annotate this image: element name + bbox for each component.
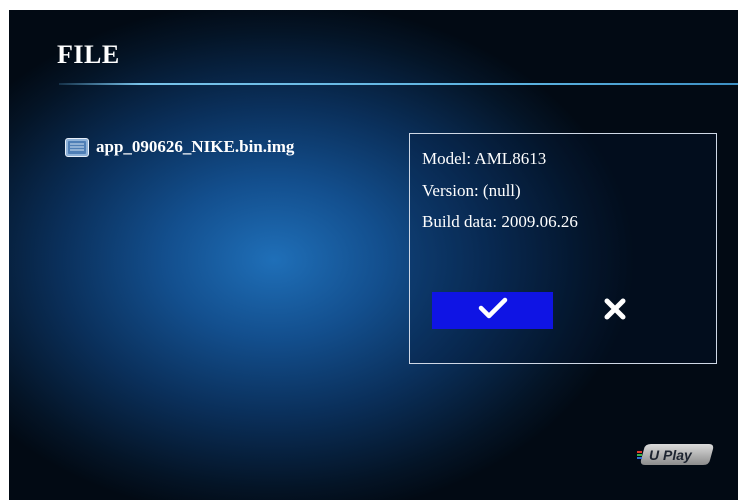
version-text: Version: (null) xyxy=(422,181,521,200)
firmware-info-dialog: Model: AML8613 Version: (null) Build dat… xyxy=(409,133,717,364)
build-date-text: Build data: 2009.06.26 xyxy=(422,212,578,231)
confirm-button[interactable] xyxy=(432,292,553,329)
model-text: Model: AML8613 xyxy=(422,149,547,168)
uplay-logo: U Play xyxy=(637,440,715,468)
file-list-item[interactable]: app_090626_NIKE.bin.img xyxy=(65,137,294,157)
file-icon xyxy=(65,137,89,157)
logo-text: U Play xyxy=(649,447,693,463)
checkmark-icon xyxy=(478,297,508,324)
close-icon xyxy=(604,298,626,325)
file-name: app_090626_NIKE.bin.img xyxy=(96,137,295,156)
title-divider xyxy=(59,83,738,85)
page-title: FILE xyxy=(57,40,120,69)
cancel-button[interactable] xyxy=(598,294,632,328)
screen: FILE app_090626_NIKE.bin.img Model: AML8… xyxy=(9,10,738,500)
